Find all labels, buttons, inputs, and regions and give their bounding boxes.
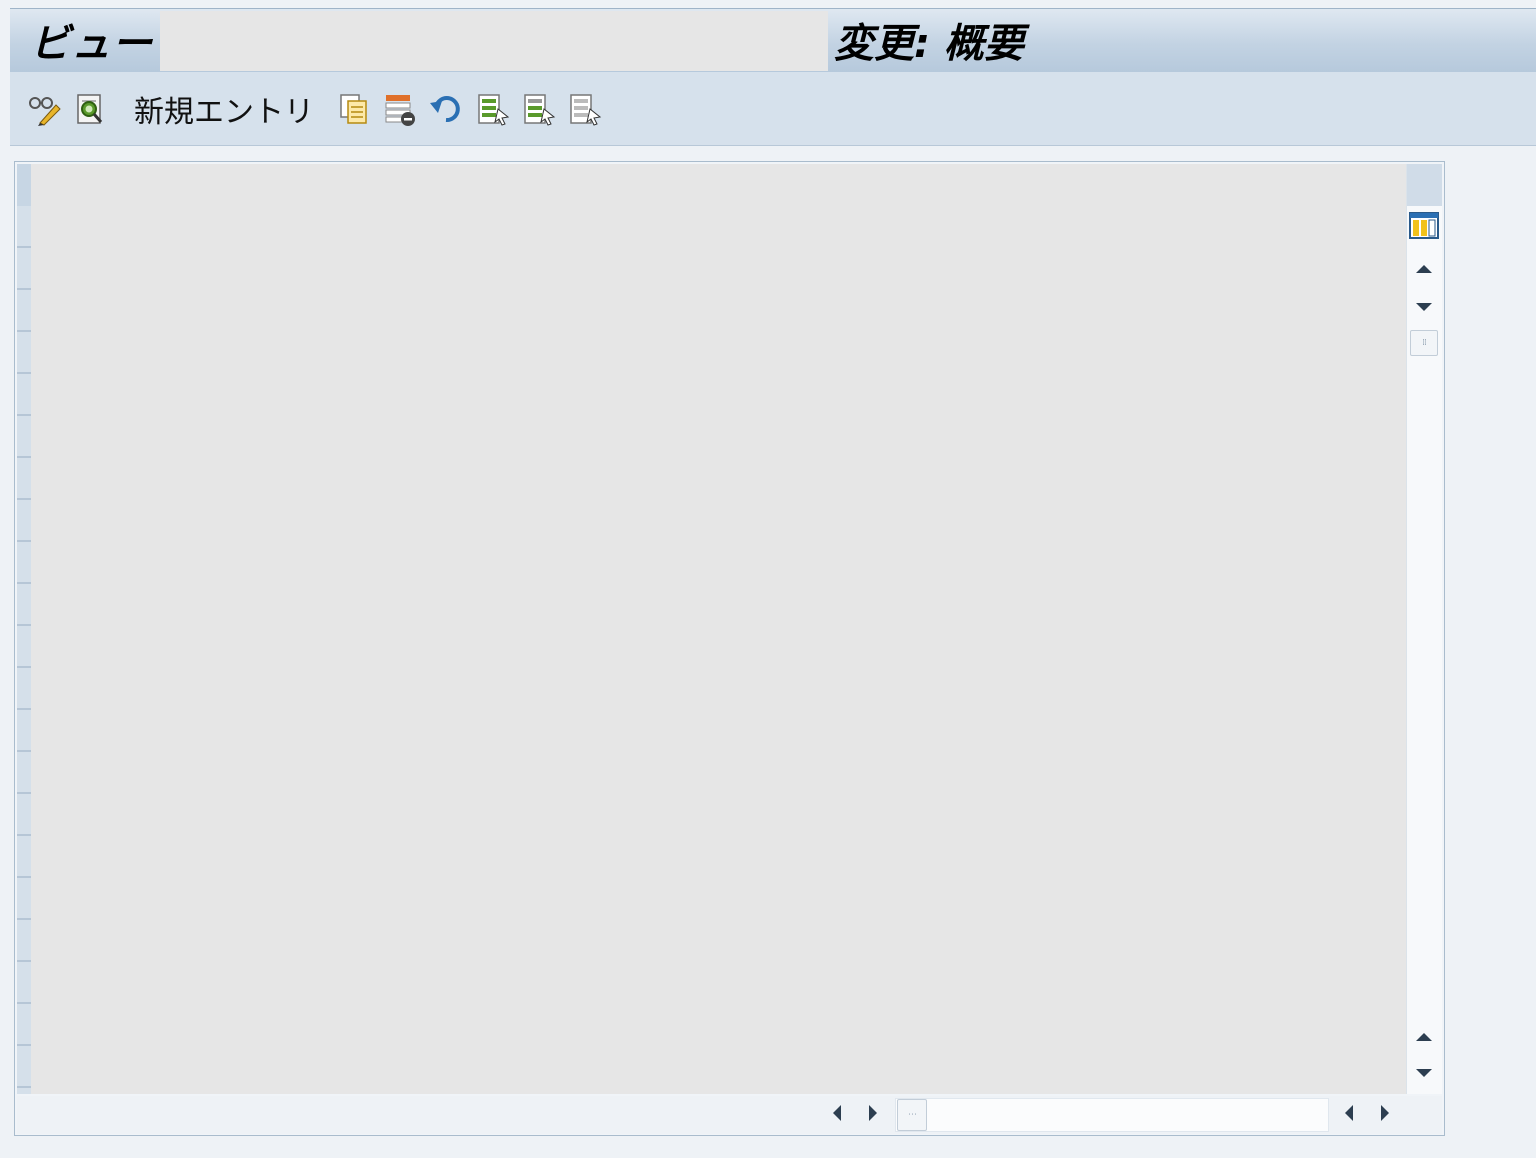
deselect-all-icon — [566, 91, 602, 127]
application-toolbar: 新規エントリ — [10, 72, 1536, 146]
vertical-scroll-thumb[interactable]: ⁞⁞ — [1410, 330, 1438, 356]
arrow-left-icon — [1343, 1104, 1355, 1126]
display-change-button[interactable] — [24, 89, 64, 129]
deselect-all-button[interactable] — [564, 89, 604, 129]
table-corner — [1407, 164, 1442, 206]
row-selector-column[interactable] — [17, 164, 31, 1094]
arrow-right-icon — [867, 1104, 879, 1126]
scroll-far-left-button[interactable] — [1335, 1100, 1363, 1130]
arrow-up-icon — [1415, 1028, 1433, 1047]
arrow-up-icon — [1415, 260, 1433, 279]
title-suffix: 変更: 概要 — [834, 21, 1024, 67]
display-change-icon — [26, 91, 62, 127]
undo-change-icon — [428, 91, 464, 127]
horizontal-scroll-thumb[interactable]: ⋯ — [897, 1099, 927, 1131]
scroll-far-right-button[interactable] — [1371, 1100, 1399, 1130]
undo-change-button[interactable] — [426, 89, 466, 129]
arrow-down-icon — [1415, 298, 1433, 317]
arrow-right-icon — [1379, 1104, 1391, 1126]
scroll-page-down-button[interactable] — [1409, 1058, 1439, 1088]
select-all-button[interactable] — [472, 89, 512, 129]
copy-as-icon — [336, 91, 372, 127]
arrow-down-icon — [1415, 1064, 1433, 1083]
scroll-down-button[interactable] — [1409, 292, 1439, 322]
delete-icon — [382, 91, 418, 127]
table-control: ⁞⁞ ⋯ — [14, 161, 1445, 1136]
select-all-rows-button[interactable] — [17, 164, 31, 206]
scroll-page-up-button[interactable] — [1409, 1022, 1439, 1052]
arrow-left-icon — [831, 1104, 843, 1126]
scroll-right-button[interactable] — [859, 1100, 887, 1130]
horizontal-scroll-track[interactable] — [895, 1098, 1329, 1132]
horizontal-scrollbar[interactable]: ⋯ — [17, 1096, 1442, 1134]
grip-icon: ⁞⁞ — [1422, 337, 1427, 348]
vertical-scrollbar[interactable]: ⁞⁞ — [1406, 164, 1442, 1094]
find-icon — [72, 91, 108, 127]
new-entries-button[interactable]: 新規エントリ — [134, 87, 314, 131]
scroll-up-button[interactable] — [1409, 254, 1439, 284]
select-block-icon — [520, 91, 556, 127]
table-grid — [31, 164, 1409, 1094]
column-settings-button[interactable] — [1409, 212, 1439, 242]
scroll-left-button[interactable] — [823, 1100, 851, 1130]
title-prefix: ビュー — [30, 21, 153, 67]
title-view-name — [160, 11, 828, 71]
find-button[interactable] — [70, 89, 110, 129]
select-block-button[interactable] — [518, 89, 558, 129]
column-settings-icon — [1409, 210, 1439, 244]
select-all-icon — [474, 91, 510, 127]
copy-as-button[interactable] — [334, 89, 374, 129]
title-bar: ビュー 変更: 概要 — [10, 8, 1536, 72]
delete-button[interactable] — [380, 89, 420, 129]
grip-icon: ⋯ — [908, 1109, 917, 1120]
